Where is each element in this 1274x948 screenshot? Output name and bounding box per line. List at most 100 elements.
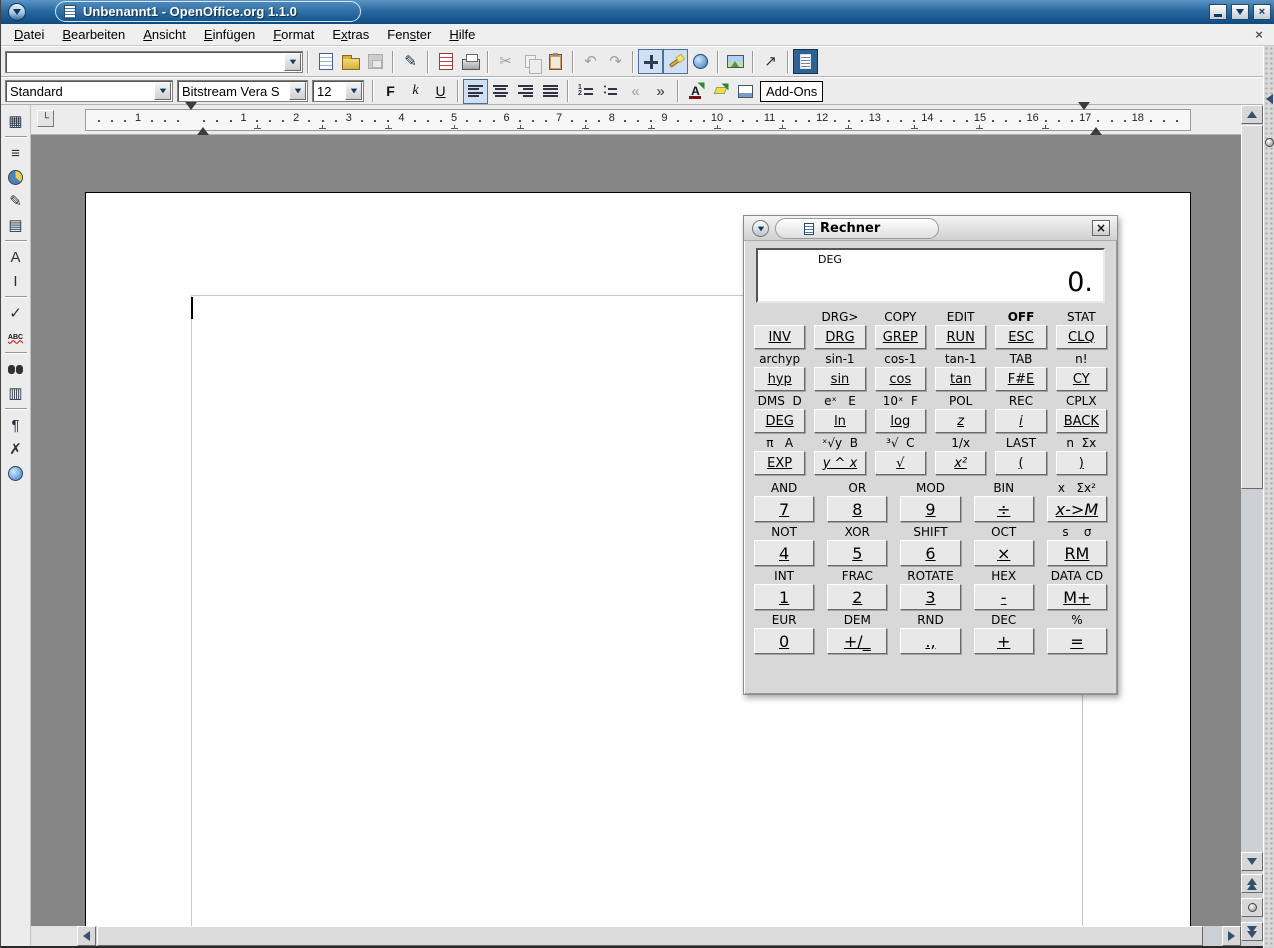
calculator-button[interactable] (793, 49, 818, 74)
calc-key-key[interactable]: ., (900, 628, 960, 654)
font-effects-button[interactable]: A (3, 245, 28, 269)
calc-key-cy[interactable]: CY (1056, 367, 1107, 391)
panel-hide-strip[interactable] (1263, 46, 1274, 948)
calc-key-x-m[interactable]: x->M (1047, 496, 1107, 522)
underline-button[interactable]: U (428, 79, 453, 104)
new-document-button[interactable] (313, 49, 338, 74)
paragraph-style-combobox[interactable] (5, 80, 173, 102)
calc-key-run[interactable]: RUN (935, 325, 986, 349)
calc-key-y-x[interactable]: y ^ x (814, 451, 865, 475)
nonprinting-characters-button[interactable]: ¶ (3, 413, 28, 437)
calc-key-tan[interactable]: tan (935, 367, 986, 391)
menu-format[interactable]: Format (264, 25, 323, 44)
autopilot-button[interactable]: ↗ (758, 49, 783, 74)
hyperlink-button[interactable] (688, 49, 713, 74)
horizontal-scrollbar[interactable] (31, 926, 1241, 946)
calc-key-key[interactable]: + (974, 628, 1034, 654)
window-menu-button[interactable] (8, 3, 26, 21)
navigation-button[interactable] (1241, 898, 1263, 917)
calc-key-key[interactable]: √ (875, 451, 926, 475)
close-document-button[interactable]: × (1251, 26, 1267, 42)
autospellcheck-button[interactable]: ABC (3, 325, 28, 349)
scroll-right-button[interactable] (1222, 926, 1241, 946)
scroll-up-button[interactable] (1241, 105, 1263, 124)
calculator-titlebar[interactable]: Rechner × (744, 216, 1117, 241)
url-dropdown-button[interactable] (284, 53, 301, 71)
paragraph-style-input[interactable] (6, 82, 154, 100)
close-button[interactable]: × (1253, 4, 1271, 20)
paragraph-style-dropdown-button[interactable] (154, 82, 171, 100)
calc-key-0[interactable]: 0 (754, 628, 814, 654)
redo-button[interactable]: ↷ (603, 49, 628, 74)
menu-einf-gen[interactable]: Einfügen (195, 25, 264, 44)
stylist-button[interactable] (663, 49, 688, 74)
calc-key-i[interactable]: i (995, 409, 1046, 433)
calc-key-m[interactable]: M+ (1047, 584, 1107, 610)
calc-key-3[interactable]: 3 (900, 584, 960, 610)
calc-key-8[interactable]: 8 (827, 496, 887, 522)
undo-button[interactable]: ↶ (578, 49, 603, 74)
calc-key-1[interactable]: 1 (754, 584, 814, 610)
font-name-combobox[interactable] (177, 80, 308, 102)
calc-key-5[interactable]: 5 (827, 540, 887, 566)
url-input[interactable] (6, 53, 284, 71)
calc-key-2[interactable]: 2 (827, 584, 887, 610)
calc-key-back[interactable]: BACK (1056, 409, 1107, 433)
increase-indent-button[interactable]: » (648, 79, 673, 104)
calc-key-inv[interactable]: INV (754, 325, 805, 349)
export-pdf-button[interactable] (433, 49, 458, 74)
calc-key-4[interactable]: 4 (754, 540, 814, 566)
calc-key-rm[interactable]: RM (1047, 540, 1107, 566)
calc-key-sin[interactable]: sin (814, 367, 865, 391)
bullet-list-button[interactable]: • • (598, 79, 623, 104)
font-name-input[interactable] (178, 82, 289, 100)
font-color-button[interactable]: A (683, 79, 708, 104)
minimize-button[interactable] (1209, 4, 1227, 20)
shade-button[interactable] (1231, 4, 1249, 20)
highlighting-button[interactable] (708, 79, 733, 104)
scroll-left-button[interactable] (77, 926, 96, 946)
vertical-scrollbar[interactable] (1241, 105, 1263, 946)
calc-key-clq[interactable]: CLQ (1056, 325, 1107, 349)
calc-key-deg[interactable]: DEG (754, 409, 805, 433)
gallery-button[interactable] (723, 49, 748, 74)
graphics-onoff-button[interactable]: ✗ (3, 437, 28, 461)
calc-key-7[interactable]: 7 (754, 496, 814, 522)
previous-page-button[interactable] (1241, 874, 1263, 893)
calc-key-drg[interactable]: DRG (814, 325, 865, 349)
align-left-button[interactable] (463, 79, 488, 104)
menu-fenster[interactable]: Fenster (378, 25, 440, 44)
data-sources-button[interactable]: ▥ (3, 381, 28, 405)
save-button[interactable] (363, 49, 388, 74)
indent-marker-left[interactable] (185, 110, 197, 130)
calc-key-hyp[interactable]: hyp (754, 367, 805, 391)
ruler-scale[interactable]: 1123456789101112131415161718 (1, 109, 1241, 132)
menu-datei[interactable]: Datei (5, 25, 53, 44)
calc-key-6[interactable]: 6 (900, 540, 960, 566)
online-layout-button[interactable] (3, 461, 28, 485)
calc-key-key[interactable]: - (974, 584, 1034, 610)
paragraph-background-button[interactable] (733, 79, 758, 104)
italic-button[interactable]: k (403, 79, 428, 104)
addons-button[interactable]: Add-Ons (760, 81, 823, 102)
font-name-dropdown-button[interactable] (289, 82, 306, 100)
font-size-dropdown-button[interactable] (345, 82, 362, 100)
decrease-indent-button[interactable]: « (623, 79, 648, 104)
open-button[interactable] (338, 49, 363, 74)
menu-hilfe[interactable]: Hilfe (440, 25, 484, 44)
edit-file-button[interactable]: ✎ (398, 49, 423, 74)
url-combobox[interactable] (5, 51, 303, 73)
horizontal-scroll-thumb[interactable] (97, 926, 1203, 946)
cut-button[interactable]: ✂ (493, 49, 518, 74)
calc-key-key[interactable]: ) (1056, 451, 1107, 475)
calc-key-ln[interactable]: ln (814, 409, 865, 433)
menu-ansicht[interactable]: Ansicht (134, 25, 195, 44)
menu-bearbeiten[interactable]: Bearbeiten (53, 25, 134, 44)
calculator-window-menu-button[interactable] (752, 220, 769, 237)
calc-key-key[interactable]: × (974, 540, 1034, 566)
find-replace-button[interactable] (3, 357, 28, 381)
calc-key-f-e[interactable]: F#E (995, 367, 1046, 391)
align-right-button[interactable] (513, 79, 538, 104)
calc-key-log[interactable]: log (875, 409, 926, 433)
direct-cursor-button[interactable]: I (3, 269, 28, 293)
